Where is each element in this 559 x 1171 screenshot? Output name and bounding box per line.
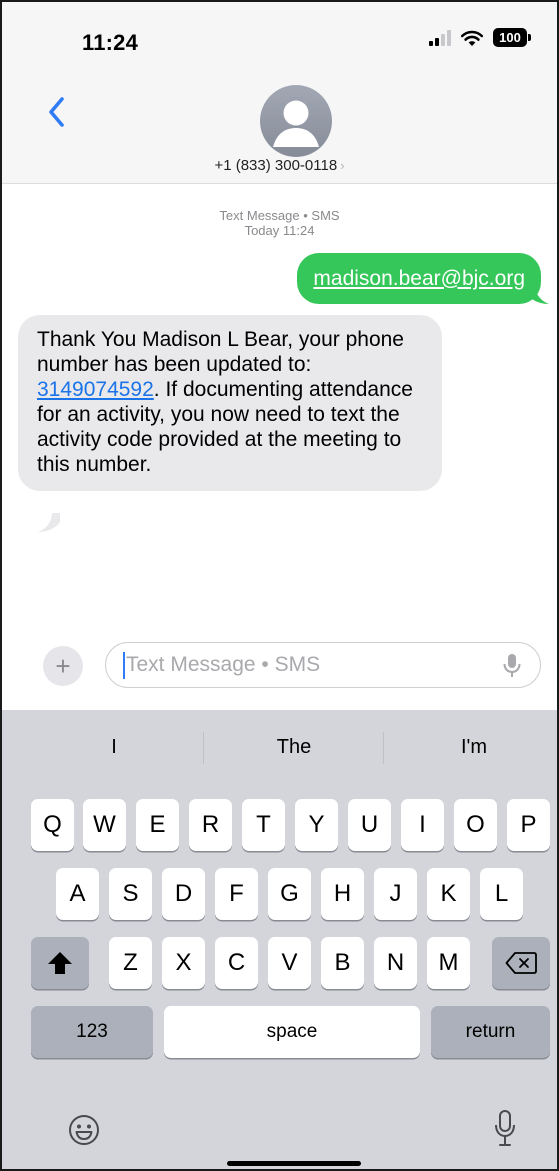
- wifi-icon: [460, 30, 484, 46]
- suggestion-divider: [203, 732, 204, 764]
- message-input-placeholder: Text Message • SMS: [126, 653, 321, 676]
- key-r[interactable]: R: [189, 799, 232, 851]
- delete-key[interactable]: [492, 937, 550, 989]
- key-z[interactable]: Z: [109, 937, 152, 989]
- key-t[interactable]: T: [242, 799, 285, 851]
- key-u[interactable]: U: [348, 799, 391, 851]
- suggestion-3[interactable]: I'm: [404, 736, 544, 759]
- text-cursor: [123, 651, 125, 679]
- messages-screen: 11:24 100 +1 (833) 300-0118 › Text Messa…: [0, 0, 559, 1171]
- suggestion-1[interactable]: I: [44, 736, 184, 759]
- key-q[interactable]: Q: [31, 799, 74, 851]
- numbers-key[interactable]: 123: [31, 1006, 153, 1058]
- space-key[interactable]: space: [164, 1006, 420, 1058]
- apps-plus-button[interactable]: +: [43, 646, 83, 686]
- key-j[interactable]: J: [374, 868, 417, 920]
- contact-name-button[interactable]: +1 (833) 300-0118 ›: [2, 157, 557, 174]
- status-time: 11:24: [82, 30, 139, 55]
- microphone-icon[interactable]: [502, 653, 522, 679]
- key-a[interactable]: A: [56, 868, 99, 920]
- dictation-icon[interactable]: [494, 1110, 516, 1148]
- battery-icon: 100: [493, 28, 531, 47]
- key-p[interactable]: P: [507, 799, 550, 851]
- key-c[interactable]: C: [215, 937, 258, 989]
- conversation-header: 11:24 100 +1 (833) 300-0118 ›: [2, 2, 557, 184]
- key-i[interactable]: I: [401, 799, 444, 851]
- message-type-label: Text Message • SMS: [219, 208, 340, 223]
- message-text-part-1: Thank You Madison L Bear, your phone num…: [37, 328, 404, 376]
- key-g[interactable]: G: [268, 868, 311, 920]
- message-timestamp: Today 11:24: [244, 223, 315, 238]
- key-v[interactable]: V: [268, 937, 311, 989]
- key-s[interactable]: S: [109, 868, 152, 920]
- key-k[interactable]: K: [427, 868, 470, 920]
- avatar-icon[interactable]: [260, 85, 332, 157]
- phone-number-link[interactable]: 3149074592: [37, 378, 154, 401]
- outgoing-message-bubble[interactable]: madison.bear@bjc.org: [297, 253, 541, 304]
- key-d[interactable]: D: [162, 868, 205, 920]
- key-o[interactable]: O: [454, 799, 497, 851]
- incoming-message-bubble[interactable]: Thank You Madison L Bear, your phone num…: [18, 315, 442, 491]
- status-indicators: 100: [429, 28, 531, 47]
- incoming-bubble-tail: [38, 513, 60, 532]
- key-n[interactable]: N: [374, 937, 417, 989]
- back-chevron-icon[interactable]: [42, 92, 72, 132]
- key-m[interactable]: M: [427, 937, 470, 989]
- battery-level: 100: [499, 30, 521, 45]
- key-h[interactable]: H: [321, 868, 364, 920]
- suggestion-divider: [383, 732, 384, 764]
- shift-key[interactable]: [31, 937, 89, 989]
- key-e[interactable]: E: [136, 799, 179, 851]
- delete-icon: [505, 952, 537, 974]
- home-indicator[interactable]: [227, 1161, 361, 1166]
- shift-icon: [48, 952, 72, 974]
- key-y[interactable]: Y: [295, 799, 338, 851]
- key-f[interactable]: F: [215, 868, 258, 920]
- email-link[interactable]: madison.bear@bjc.org: [313, 267, 525, 291]
- return-key[interactable]: return: [431, 1006, 550, 1058]
- key-x[interactable]: X: [162, 937, 205, 989]
- signal-icon: [429, 29, 451, 46]
- contact-number: +1 (833) 300-0118: [214, 157, 338, 174]
- chevron-right-icon: ›: [340, 158, 345, 173]
- message-input[interactable]: Text Message • SMS: [105, 642, 541, 688]
- key-w[interactable]: W: [83, 799, 126, 851]
- keyboard: I The I'm Q W E R T Y U I O P A S D F G …: [2, 710, 557, 1169]
- key-b[interactable]: B: [321, 937, 364, 989]
- outgoing-bubble-tail: [527, 285, 549, 304]
- suggestion-2[interactable]: The: [224, 736, 364, 759]
- emoji-icon[interactable]: [68, 1114, 100, 1146]
- key-l[interactable]: L: [480, 868, 523, 920]
